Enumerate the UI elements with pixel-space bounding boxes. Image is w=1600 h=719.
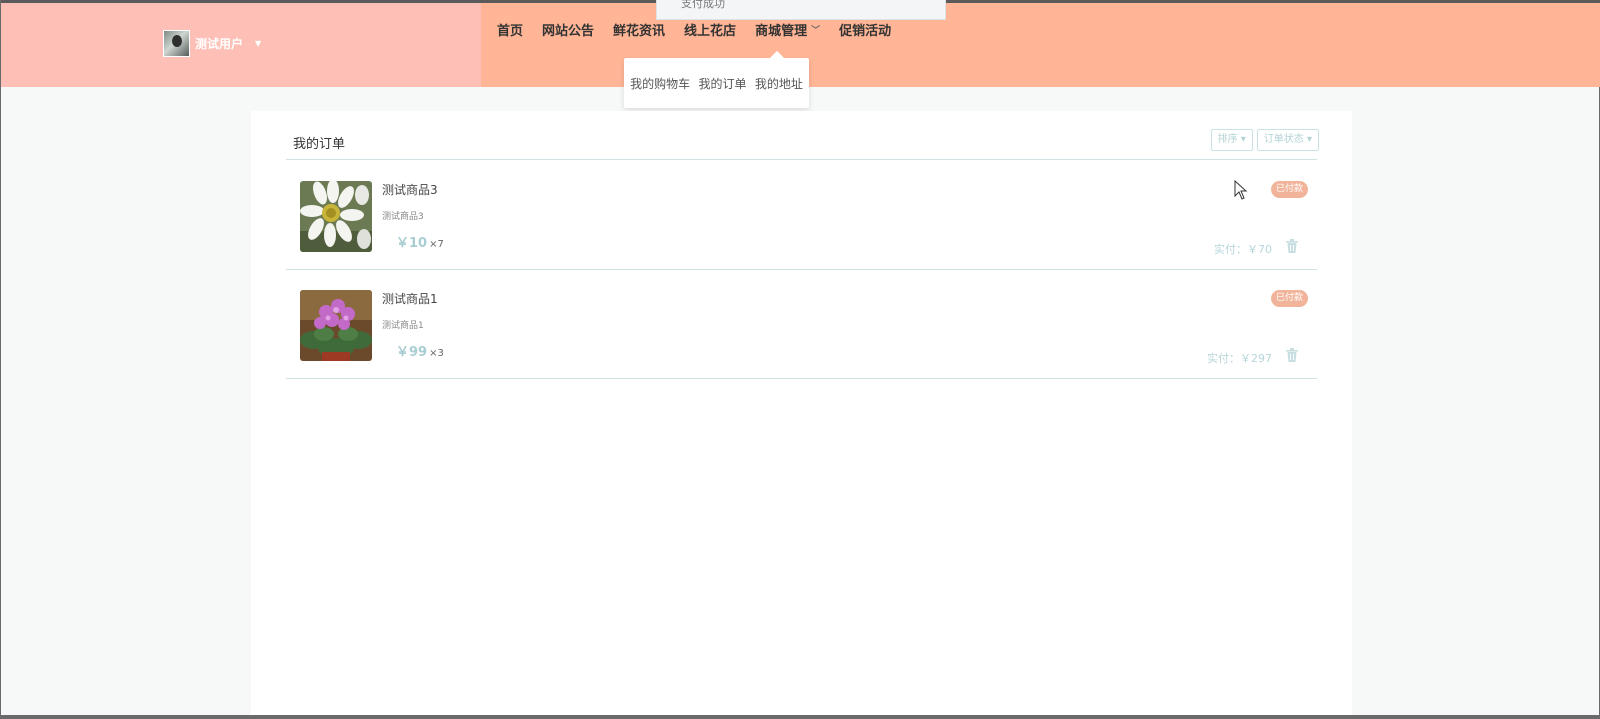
price-value: ￥99 — [396, 345, 428, 360]
nav-flower-news[interactable]: 鲜花资讯 — [613, 20, 665, 39]
product-price: ￥99 ×3 — [396, 341, 444, 360]
nav-online-shop[interactable]: 线上花店 — [684, 20, 736, 39]
paid-label: 实付： — [1214, 243, 1247, 256]
page-title: 我的订单 — [293, 137, 346, 152]
paid-value: ￥297 — [1240, 352, 1272, 365]
main-nav: 首页 网站公告 鲜花资讯 线上花店 商城管理 ﹀ 促销活动 — [497, 20, 910, 39]
nav-mall-management[interactable]: 商城管理 ﹀ — [755, 20, 820, 39]
product-price: ￥10 ×7 — [396, 232, 444, 251]
product-image-daisy[interactable] — [300, 181, 372, 252]
product-image-violet[interactable] — [300, 290, 372, 361]
order-item: 测试商品1 测试商品1 ￥99 ×3 已付款 实付：￥297 — [286, 270, 1317, 378]
order-filters: 排序 ▾ 订单状态 ▾ — [1207, 129, 1319, 151]
toast-message: 支付成功 — [656, 0, 946, 20]
dropdown-item-orders[interactable]: 我的订单 — [698, 75, 746, 92]
paid-label: 实付： — [1207, 352, 1240, 365]
trash-icon[interactable] — [1286, 239, 1298, 253]
trash-icon[interactable] — [1286, 348, 1298, 362]
paid-amount: 实付：￥70 — [1214, 241, 1272, 257]
window-bottom-border — [1, 715, 1600, 719]
order-status-button[interactable]: 订单状态 ▾ — [1256, 129, 1319, 151]
chevron-down-icon: ﹀ — [811, 26, 821, 36]
mouse-cursor-icon — [1234, 180, 1248, 200]
product-name[interactable]: 测试商品1 — [382, 290, 438, 307]
dropdown-item-address[interactable]: 我的地址 — [755, 75, 803, 92]
sort-button-label: 排序 — [1217, 134, 1238, 145]
chevron-down-icon[interactable]: ▼ — [255, 39, 261, 48]
paid-value: ￥70 — [1247, 243, 1272, 256]
price-value: ￥10 — [396, 236, 428, 251]
order-item: 测试商品3 测试商品3 ￥10 ×7 已付款 实付：￥70 — [286, 161, 1317, 269]
nav-promotions[interactable]: 促销活动 — [839, 20, 891, 39]
header-user-area: 测试用户 ▼ — [1, 3, 481, 87]
mall-management-dropdown: 我的购物车 我的订单 我的地址 — [624, 58, 809, 108]
avatar[interactable] — [163, 30, 190, 57]
product-description: 测试商品1 — [382, 321, 424, 331]
product-description: 测试商品3 — [382, 212, 424, 222]
nav-home[interactable]: 首页 — [497, 20, 523, 39]
status-badge: 已付款 — [1270, 290, 1308, 307]
user-menu[interactable]: 测试用户 ▼ — [163, 30, 261, 57]
dropdown-item-cart[interactable]: 我的购物车 — [630, 75, 690, 92]
order-status-button-label: 订单状态 — [1263, 134, 1304, 145]
orders-panel: 我的订单 排序 ▾ 订单状态 ▾ 测试商品3 测试商品3 ￥10 ×7 已付款 … — [251, 111, 1352, 719]
product-quantity: ×7 — [429, 239, 444, 250]
divider — [286, 159, 1317, 160]
product-name[interactable]: 测试商品3 — [382, 181, 438, 198]
nav-mall-management-label: 商城管理 — [755, 24, 808, 39]
user-name[interactable]: 测试用户 — [195, 35, 243, 52]
divider — [286, 378, 1317, 379]
paid-amount: 实付：￥297 — [1207, 350, 1272, 366]
sort-button[interactable]: 排序 ▾ — [1210, 129, 1253, 151]
status-badge: 已付款 — [1270, 181, 1308, 198]
product-quantity: ×3 — [429, 348, 444, 359]
nav-announcements[interactable]: 网站公告 — [542, 20, 594, 39]
